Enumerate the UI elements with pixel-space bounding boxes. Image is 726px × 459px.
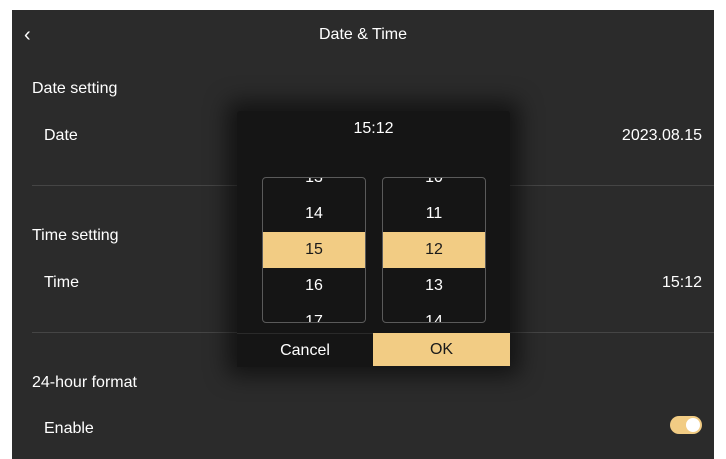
hour-option[interactable]: 17 [263,304,365,322]
minute-picker[interactable]: 10 11 12 13 14 [382,177,486,323]
time-picker-dialog: 15:12 13 14 15 16 17 10 11 12 13 14 Canc… [237,111,510,367]
enable-label: Enable [44,420,94,437]
date-value[interactable]: 2023.08.15 [622,127,702,145]
date-setting-heading: Date setting [32,80,118,97]
enable-24h-toggle[interactable] [670,416,702,434]
dialog-title: 15:12 [353,120,394,137]
minute-option[interactable]: 10 [383,178,485,196]
page-title: Date & Time [318,26,408,43]
chevron-left-icon: ‹ [24,24,31,46]
minute-option-selected[interactable]: 12 [383,232,485,268]
cancel-button[interactable]: Cancel [237,333,373,367]
time-setting-heading: Time setting [32,227,119,244]
date-time-screen: Date & Time ‹ Date setting Date 2023.08.… [12,10,714,459]
time-label: Time [44,274,79,291]
hour-picker[interactable]: 13 14 15 16 17 [262,177,366,323]
date-label: Date [44,127,78,144]
hour-option-selected[interactable]: 15 [263,232,365,268]
minute-option[interactable]: 14 [383,304,485,322]
format-heading: 24-hour format [32,374,137,391]
minute-option[interactable]: 11 [383,196,485,232]
header: Date & Time ‹ [12,10,714,60]
time-value[interactable]: 15:12 [662,274,702,292]
ok-button[interactable]: OK [373,333,510,366]
back-button[interactable]: ‹ [24,20,52,50]
hour-option[interactable]: 14 [263,196,365,232]
hour-option[interactable]: 13 [263,178,365,196]
toggle-knob [686,418,700,432]
minute-option[interactable]: 13 [383,268,485,304]
hour-option[interactable]: 16 [263,268,365,304]
